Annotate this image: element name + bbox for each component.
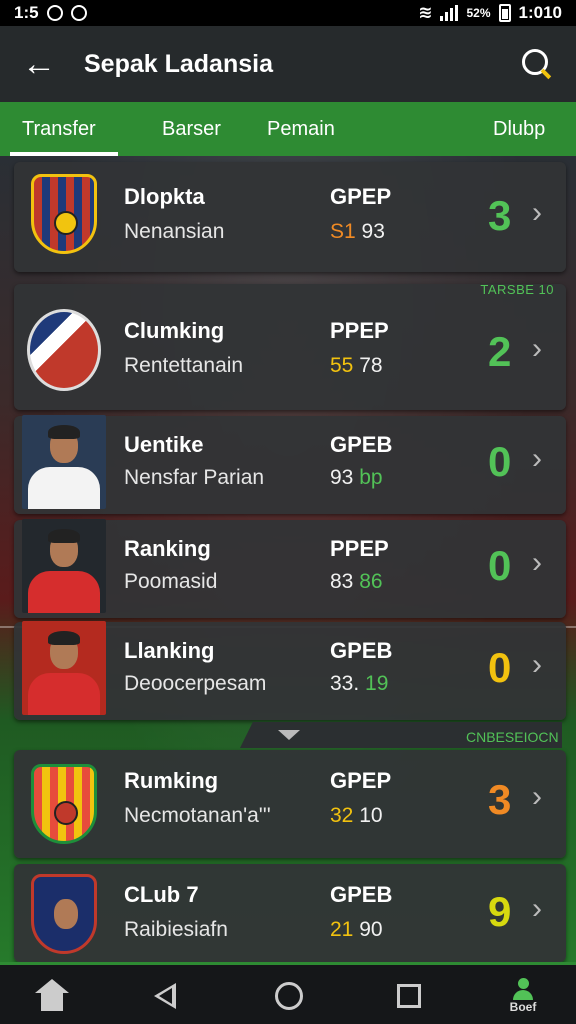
item-score: 3 xyxy=(488,192,512,239)
profile-icon xyxy=(510,978,536,1000)
item-code: GPEB xyxy=(330,432,393,457)
battery-percent: 52% xyxy=(466,6,491,20)
list-item[interactable]: Ranking Poomasid PPEP 83 86 0 › xyxy=(14,519,566,618)
club-crest xyxy=(22,760,106,848)
avatar xyxy=(22,415,106,509)
chevron-right-icon[interactable]: › xyxy=(532,332,542,366)
sync-icon xyxy=(70,5,87,21)
item-sub: Nenansian xyxy=(124,220,225,243)
player-photo xyxy=(22,415,106,509)
item-stats: 33. 19 xyxy=(330,672,389,695)
item-name: Uentike xyxy=(124,432,204,457)
bottom-nav: Boef xyxy=(0,962,576,1024)
item-sub: Poomasid xyxy=(124,570,218,593)
wifi-icon: ≋ xyxy=(418,3,433,22)
circle-home-icon xyxy=(275,982,303,1010)
item-sub: Necmotanan'a''' xyxy=(124,804,271,827)
nav-home-circle[interactable] xyxy=(272,965,306,1024)
nav-back[interactable] xyxy=(150,965,180,1024)
club-crest xyxy=(22,170,106,258)
list-item[interactable]: TARSBE 10 Clumking Rentettanain PPEP 55 … xyxy=(14,282,566,410)
item-score: 3 xyxy=(488,776,512,823)
crest-icon xyxy=(31,874,97,954)
item-sub: Deoocerpesam xyxy=(124,672,267,695)
tab-pemain[interactable]: Pemain xyxy=(267,102,493,156)
item-name: Clumking xyxy=(124,318,225,343)
chevron-right-icon[interactable]: › xyxy=(532,442,542,476)
status-bar: 1:5 ≋ 52% 1:010 xyxy=(0,0,576,26)
item-code: GPEP xyxy=(330,184,392,209)
search-icon[interactable] xyxy=(520,47,554,81)
battery-icon xyxy=(498,4,511,22)
arrow-left-icon[interactable]: ← xyxy=(22,45,62,84)
notification-icon xyxy=(46,5,63,21)
item-score: 2 xyxy=(488,328,512,375)
item-sub: Rentettanain xyxy=(124,354,244,377)
home-icon xyxy=(35,979,69,1013)
tab-transfer[interactable]: Transfer xyxy=(10,102,162,156)
item-name: Llanking xyxy=(124,638,215,663)
item-score: 9 xyxy=(488,888,512,935)
triangle-back-icon xyxy=(154,983,176,1009)
item-stats: 32 10 xyxy=(330,804,383,827)
app-bar: ← Sepak Ladansia xyxy=(0,26,576,102)
club-crest xyxy=(22,306,106,394)
item-code: GPEB xyxy=(330,882,393,907)
chevron-right-icon[interactable]: › xyxy=(532,780,542,814)
item-sub: Nensfar Parian xyxy=(124,466,265,489)
item-code: GPEP xyxy=(330,768,392,793)
recent-apps-icon xyxy=(397,984,421,1008)
item-score: 0 xyxy=(488,644,512,691)
list-item[interactable]: Uentike Nensfar Parian GPEB 93 bp 0 › xyxy=(14,415,566,514)
item-code: PPEP xyxy=(330,536,389,561)
chevron-right-icon[interactable]: › xyxy=(532,546,542,580)
item-name: Ranking xyxy=(124,536,211,561)
tab-dlubp[interactable]: Dlubp xyxy=(493,102,573,156)
item-stats: 55 78 xyxy=(330,354,383,377)
avatar xyxy=(22,621,106,715)
player-photo xyxy=(22,621,106,715)
crest-icon xyxy=(31,174,97,254)
tab-barser[interactable]: Barser xyxy=(162,102,267,156)
tab-bar: Transfer Barser Pemain Dlubp xyxy=(0,102,576,156)
caret-down-icon[interactable] xyxy=(278,730,300,740)
page-title: Sepak Ladansia xyxy=(84,49,273,78)
item-stats: 93 bp xyxy=(330,466,383,489)
item-name: Dlopkta xyxy=(124,184,205,209)
nav-profile[interactable]: Boef xyxy=(500,965,546,1024)
section-label: CNBESEIOCN xyxy=(466,729,559,745)
item-code: PPEP xyxy=(330,318,389,343)
signal-icon xyxy=(440,5,459,21)
list-item[interactable]: Dlopkta Nenansian GPEP S1 93 3 › xyxy=(14,162,566,272)
status-time-right: 1:010 xyxy=(518,3,562,22)
item-tag: TARSBE 10 xyxy=(480,282,554,297)
player-photo xyxy=(22,519,106,613)
crest-icon xyxy=(31,764,97,844)
chevron-right-icon[interactable]: › xyxy=(532,196,542,230)
status-time-left: 1:5 xyxy=(14,3,39,22)
item-name: Rumking xyxy=(124,768,219,793)
item-stats: S1 93 xyxy=(330,220,385,243)
list-item[interactable]: Rumking Necmotanan'a''' GPEP 32 10 3 › xyxy=(14,750,566,858)
chevron-right-icon[interactable]: › xyxy=(532,892,542,926)
item-stats: 83 86 xyxy=(330,570,383,593)
item-score: 0 xyxy=(488,438,512,485)
profile-label: Boef xyxy=(509,1000,537,1014)
club-crest xyxy=(22,870,106,958)
nav-recent[interactable] xyxy=(394,965,424,1024)
item-sub: Raibiesiafn xyxy=(124,918,228,941)
list-item[interactable]: Llanking Deoocerpesam GPEB 33. 19 0 › xyxy=(14,621,566,720)
item-stats: 21 90 xyxy=(330,918,383,941)
chevron-right-icon[interactable]: › xyxy=(532,648,542,682)
list-item[interactable]: CLub 7 Raibiesiafn GPEB 21 90 9 › xyxy=(14,864,566,962)
item-score: 0 xyxy=(488,542,512,589)
item-name: CLub 7 xyxy=(124,882,199,907)
avatar xyxy=(22,519,106,613)
nav-home[interactable] xyxy=(34,965,70,1024)
shield-icon xyxy=(27,309,101,391)
item-code: GPEB xyxy=(330,638,393,663)
